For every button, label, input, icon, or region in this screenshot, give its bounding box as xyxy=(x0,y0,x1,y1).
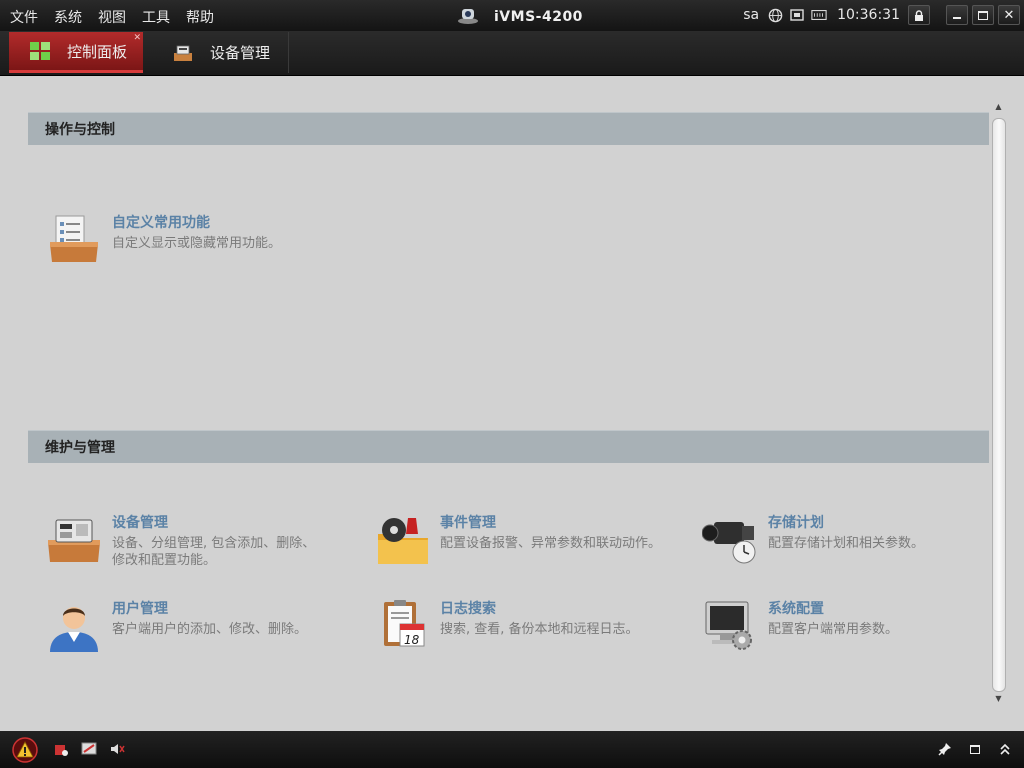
current-user[interactable]: sa xyxy=(743,7,759,23)
menu-file[interactable]: 文件 xyxy=(10,7,38,27)
status-bar xyxy=(0,731,1024,768)
expand-up-button[interactable] xyxy=(996,740,1014,758)
item-storage-schedule[interactable]: 存储计划 配置存储计划和相关参数。 xyxy=(701,512,982,570)
lock-button[interactable] xyxy=(908,5,930,25)
item-desc: 配置客户端常用参数。 xyxy=(768,622,899,637)
item-title: 事件管理 xyxy=(440,515,496,531)
user-management-icon xyxy=(46,598,104,656)
double-chevron-up-icon xyxy=(1000,743,1010,755)
mute-button[interactable] xyxy=(108,740,126,758)
item-device-management[interactable]: 设备管理 设备、分组管理, 包含添加、删除、修改和配置功能。 xyxy=(46,512,316,570)
item-title: 设备管理 xyxy=(112,515,168,531)
menu-help[interactable]: 帮助 xyxy=(186,7,214,27)
device-exception-icon xyxy=(81,742,97,755)
alarm-event-icon xyxy=(55,745,68,756)
clock: 10:36:31 xyxy=(837,7,900,23)
maximize-icon xyxy=(978,10,988,20)
item-desc: 配置设备报警、异常参数和联动动作。 xyxy=(440,536,662,551)
device-exception-button[interactable] xyxy=(80,740,98,758)
tab-label: 设备管理 xyxy=(210,44,271,62)
tab-control-panel[interactable]: 控制面板 ✕ xyxy=(9,32,143,73)
close-button[interactable]: ✕ xyxy=(998,5,1020,25)
pin-icon xyxy=(938,743,951,756)
app-title: iVMS-4200 xyxy=(494,9,583,25)
vertical-scrollbar[interactable]: ▲ ▼ xyxy=(991,102,1006,706)
control-panel-content: 操作与控制 自定义常用功能 自定义显示或隐藏常用功能。 维护与管理 设备管理 设… xyxy=(0,76,1024,731)
alarm-warning-button[interactable] xyxy=(12,737,38,763)
tab-bar: 控制面板 ✕ 设备管理 xyxy=(0,31,1024,76)
item-desc: 客户端用户的添加、修改、删除。 xyxy=(112,622,308,637)
pin-button[interactable] xyxy=(936,740,954,758)
main-menu: 文件 系统 视图 工具 帮助 xyxy=(10,7,230,27)
section-operation-control: 操作与控制 xyxy=(28,112,989,145)
app-title-area: iVMS-4200 xyxy=(456,5,583,29)
speaker-mute-icon xyxy=(111,744,125,754)
item-desc: 搜索, 查看, 备份本地和远程日志。 xyxy=(440,622,639,637)
item-title: 自定义常用功能 xyxy=(112,215,210,231)
item-custom-functions[interactable]: 自定义常用功能 自定义显示或隐藏常用功能。 xyxy=(46,212,376,270)
section-maintenance-management: 维护与管理 xyxy=(28,430,989,463)
tab-label: 控制面板 xyxy=(67,42,128,61)
window-mode-icon xyxy=(970,744,980,754)
device-management-icon xyxy=(46,512,104,570)
item-desc: 自定义显示或隐藏常用功能。 xyxy=(112,236,282,251)
camera-logo-icon xyxy=(456,5,480,29)
item-title: 存储计划 xyxy=(768,515,824,531)
tab-device-management[interactable]: 设备管理 xyxy=(150,32,289,73)
scroll-down-icon[interactable]: ▼ xyxy=(991,694,1006,706)
control-panel-grid-icon xyxy=(29,40,51,62)
item-title: 系统配置 xyxy=(768,601,824,617)
warning-icon xyxy=(12,737,38,763)
close-icon: ✕ xyxy=(1003,7,1015,23)
menu-tools[interactable]: 工具 xyxy=(142,7,170,27)
system-config-icon xyxy=(702,598,760,656)
menu-view[interactable]: 视图 xyxy=(98,7,126,27)
item-event-management[interactable]: 事件管理 配置设备报警、异常参数和联动动作。 xyxy=(374,512,664,570)
item-title: 用户管理 xyxy=(112,601,168,617)
storage-schedule-icon xyxy=(701,512,760,570)
alarm-event-button[interactable] xyxy=(52,740,70,758)
device-tray-icon xyxy=(172,42,194,64)
item-desc: 配置存储计划和相关参数。 xyxy=(768,536,925,551)
window-mode-button[interactable] xyxy=(966,740,984,758)
minimize-icon xyxy=(953,17,961,19)
network-globe-icon[interactable] xyxy=(767,7,783,23)
maximize-button[interactable] xyxy=(972,5,994,25)
lock-icon xyxy=(915,9,923,21)
system-tray: sa 10:36:31 ✕ xyxy=(743,5,1024,25)
event-management-icon xyxy=(374,512,432,570)
tab-close-icon[interactable]: ✕ xyxy=(133,33,141,43)
item-title: 日志搜索 xyxy=(440,601,496,617)
item-desc: 设备、分组管理, 包含添加、删除、修改和配置功能。 xyxy=(112,536,316,568)
cpu-usage-icon[interactable] xyxy=(789,7,805,23)
menu-bar: 文件 系统 视图 工具 帮助 iVMS-4200 sa 10:36:31 ✕ xyxy=(0,0,1024,31)
calendar-day: 18 xyxy=(404,633,420,647)
scrollbar-thumb[interactable] xyxy=(992,118,1006,692)
item-system-config[interactable]: 系统配置 配置客户端常用参数。 xyxy=(702,598,982,656)
scroll-up-icon[interactable]: ▲ xyxy=(991,102,1006,114)
item-user-management[interactable]: 用户管理 客户端用户的添加、修改、删除。 xyxy=(46,598,336,656)
menu-system[interactable]: 系统 xyxy=(54,7,82,27)
minimize-button[interactable] xyxy=(946,5,968,25)
custom-functions-icon xyxy=(46,212,104,270)
ram-usage-icon[interactable] xyxy=(811,7,827,23)
item-log-search[interactable]: 18 日志搜索 搜索, 查看, 备份本地和远程日志。 xyxy=(374,598,664,656)
log-search-icon: 18 xyxy=(374,598,432,656)
